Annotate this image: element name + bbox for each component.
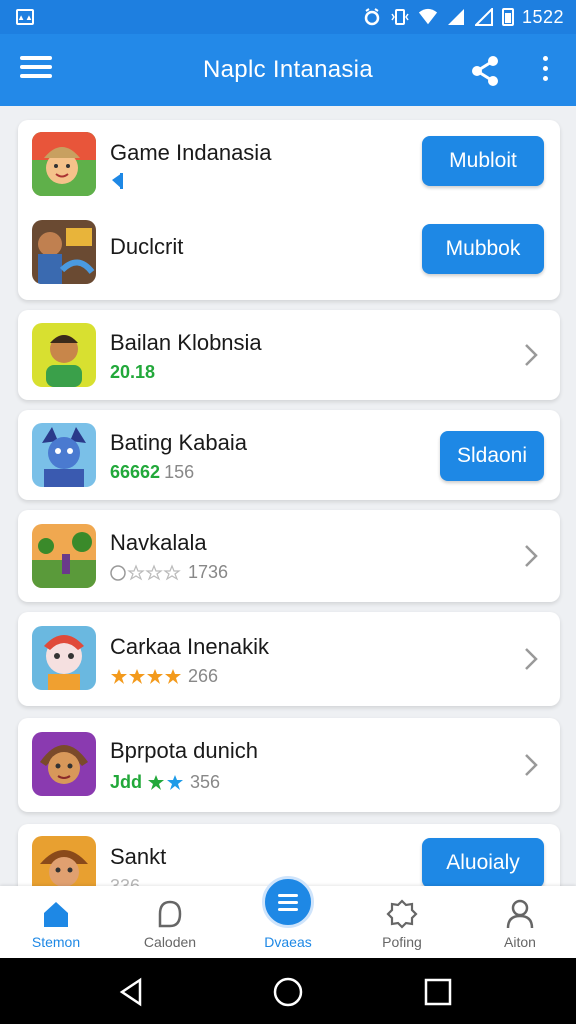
bottom-navigation: Stemon Caloden Dvaeas Pofing Aiton [0,876,576,958]
app-name: Bprpota dunich [110,738,258,763]
home-circle-icon[interactable] [272,976,304,1008]
badge-icon [386,899,418,929]
app-name: Bating Kabaia [110,430,247,455]
list-item[interactable]: Bailan Klobnsia 20.18 [18,310,560,400]
telegram-icon [110,172,124,190]
list-item[interactable]: Navkalala 1736 [18,510,560,600]
review-count: 266 [188,666,219,686]
list-card: Game Indanasia Mubloit Duclcrit Mubbok [18,120,560,300]
alarm-icon [362,7,382,27]
list-card: Navkalala 1736 [18,510,560,602]
app-icon [32,132,96,196]
app-icon [32,626,96,690]
chevron-right-icon[interactable] [520,542,542,570]
app-list: Game Indanasia Mubloit Duclcrit Mubbok B… [0,106,576,886]
nav-item-badge[interactable]: Pofing [352,886,452,958]
app-icon [32,323,96,387]
review-count: 156 [164,462,195,482]
nav-item-center[interactable]: Dvaeas [238,876,338,958]
nav-label: Stemon [31,934,81,950]
app-name: Bailan Klobnsia [110,330,262,355]
chevron-right-icon[interactable] [520,751,542,779]
app-score: Jdd [110,772,143,792]
notification-icon: ▲▲ [16,9,34,25]
app-icon [32,220,96,284]
share-icon[interactable] [468,54,502,88]
wifi-icon [418,7,438,27]
nav-label: Caloden [143,934,197,950]
nav-label: Pofing [382,934,422,950]
vibrate-icon [390,7,410,27]
app-score: 66662 [110,462,161,482]
app-icon [32,524,96,588]
app-subtitle: 66662 156 [110,462,194,483]
list-item[interactable]: Carkaa Inenakik 266 [18,612,560,702]
signal-icon [446,7,466,27]
star-rating [111,668,181,684]
app-bar: Naplc Intanasia [0,34,576,106]
chevron-right-icon[interactable] [520,341,542,369]
nav-item-chat[interactable]: Caloden [120,886,220,958]
app-icon [32,423,96,487]
list-item[interactable]: Bating Kabaia 66662 156 Sldaoni [18,410,560,500]
star-rating [110,563,181,581]
list-card: Bailan Klobnsia 20.18 [18,310,560,400]
app-icon [32,732,96,796]
more-vert-icon[interactable] [536,56,554,86]
install-button[interactable]: Mubbok [422,224,544,274]
app-subtitle: Jdd 356 [110,772,220,793]
battery-icon [501,8,514,26]
list-card: Carkaa Inenakik 266 [18,612,560,706]
app-name: Carkaa Inenakik [110,634,269,659]
app-score: 20.18 [110,362,156,382]
list-item[interactable]: Game Indanasia Mubloit [18,120,560,210]
list-item[interactable]: Duclcrit Mubbok [18,210,560,300]
nav-item-profile[interactable]: Aiton [470,886,570,958]
list-card: Bating Kabaia 66662 156 Sldaoni [18,410,560,500]
review-count: 336 [110,876,141,886]
status-bar: ▲▲ 1522 [0,0,576,34]
home-icon [44,902,68,927]
app-name: Navkalala [110,530,207,555]
app-name: Sankt [110,844,167,869]
app-subtitle: 1736 [110,562,228,583]
recents-icon[interactable] [422,976,454,1008]
chevron-right-icon[interactable] [520,645,542,673]
list-card: Bprpota dunich Jdd 356 [18,718,560,812]
list-item[interactable]: Bprpota dunich Jdd 356 [18,718,560,808]
signal-icon [474,7,494,27]
install-button[interactable]: Sldaoni [440,431,544,481]
install-button[interactable]: Aluoialy [422,838,544,886]
menu-lines-icon[interactable] [262,876,314,928]
install-button[interactable]: Mubloit [422,136,544,186]
app-name: Duclcrit [110,234,184,259]
app-subtitle: 336 [110,876,140,886]
nav-label: Dvaeas [264,934,312,950]
system-navigation-bar [0,958,576,1024]
nav-item-home[interactable]: Stemon [6,886,106,958]
app-icon [32,836,96,886]
review-count: 1736 [188,562,229,582]
review-count: 356 [190,772,221,792]
person-icon [506,899,534,929]
status-time: 1522 [521,6,564,27]
chat-bubble-icon [158,900,182,928]
app-name: Game Indanasia [110,140,272,165]
star-rating [148,774,184,790]
back-icon[interactable] [116,976,148,1008]
app-subtitle: 266 [110,666,218,687]
nav-label: Aiton [504,934,536,950]
app-subtitle: 20.18 [110,362,155,383]
